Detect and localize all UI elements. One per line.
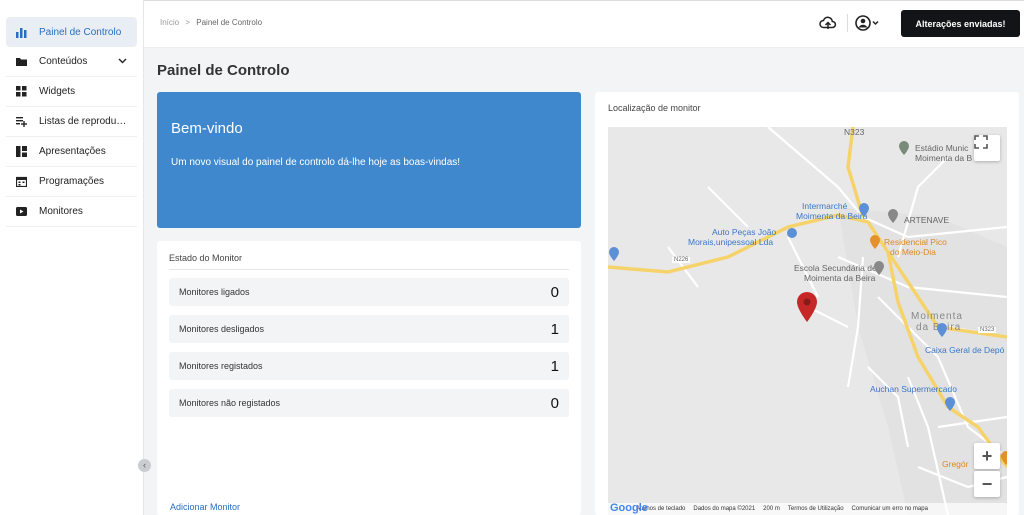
report-error-link[interactable]: Comunicar um erro no mapa bbox=[852, 506, 928, 512]
sidebar-item-label: Monitores bbox=[39, 206, 83, 217]
fullscreen-button[interactable] bbox=[974, 135, 1000, 161]
map-road-label: N226 bbox=[672, 257, 691, 263]
sidebar-item-monitors[interactable]: Monitores bbox=[6, 197, 137, 227]
status-row-label: Monitores desligados bbox=[179, 324, 265, 334]
terms-link[interactable]: Termos de Utilização bbox=[788, 506, 844, 512]
map-scale[interactable]: 200 m bbox=[763, 506, 780, 512]
divider bbox=[847, 14, 848, 32]
playlist-add-icon bbox=[16, 116, 27, 127]
welcome-message: Um novo visual do painel de controlo dá-… bbox=[171, 157, 461, 168]
play-icon bbox=[16, 206, 27, 217]
sidebar-item-label: Painel de Controlo bbox=[39, 26, 122, 38]
school-marker-icon bbox=[874, 261, 884, 275]
map-poi-label: Moimenta da Beira bbox=[804, 273, 876, 283]
fullscreen-icon bbox=[974, 135, 988, 149]
account-circle-icon[interactable] bbox=[854, 14, 880, 32]
google-logo: Google bbox=[610, 502, 648, 514]
bar-chart-icon bbox=[16, 27, 27, 38]
map-poi-label: Escola Secundária de bbox=[794, 263, 877, 273]
hotel-marker-icon bbox=[870, 235, 880, 249]
shop-marker-icon bbox=[609, 247, 619, 261]
sidebar-collapse-button[interactable]: ‹ bbox=[138, 459, 151, 472]
breadcrumb-separator: > bbox=[185, 18, 191, 27]
status-row-value: 1 bbox=[550, 357, 559, 375]
stadium-marker-icon bbox=[899, 141, 909, 155]
calendar-icon bbox=[15, 176, 28, 188]
monitor-location-pin-icon[interactable] bbox=[795, 291, 819, 323]
breadcrumb: Início > Painel de Controlo bbox=[160, 18, 262, 27]
welcome-title: Bem-vindo bbox=[171, 120, 243, 137]
sidebar-item-contents[interactable]: Conteúdos bbox=[6, 47, 137, 77]
widgets-icon bbox=[16, 86, 27, 97]
status-row: Monitores desligados 1 bbox=[169, 315, 569, 343]
status-row: Monitores registados 1 bbox=[169, 352, 569, 380]
map-data-text: Dados do mapa ©2021 bbox=[693, 506, 756, 512]
layout-icon bbox=[16, 146, 27, 157]
zoom-out-button[interactable]: − bbox=[974, 471, 1000, 497]
map-poi-label: Caixa Geral de Depó bbox=[925, 345, 1005, 355]
cloud-upload-icon[interactable] bbox=[819, 14, 837, 32]
map-poi-label: Morais,unipessoal Lda bbox=[688, 237, 774, 247]
status-row-value: 0 bbox=[550, 283, 559, 301]
add-monitor-link[interactable]: Adicionar Monitor bbox=[170, 502, 240, 512]
map-road-label: N323 bbox=[978, 327, 997, 333]
status-row-label: Monitores não registados bbox=[179, 398, 281, 408]
map-poi-label: Estádio Munic bbox=[915, 143, 969, 153]
map-town-label: Moimenta bbox=[911, 311, 963, 322]
place-marker-icon bbox=[1001, 451, 1007, 465]
sidebar-item-playlists[interactable]: Listas de reprodução bbox=[6, 107, 137, 137]
status-row: Monitores não registados 0 bbox=[169, 389, 569, 417]
map-road-label: N323 bbox=[844, 127, 865, 137]
shop-marker-icon bbox=[859, 203, 869, 217]
status-title: Estado do Monitor bbox=[169, 241, 569, 270]
map-poi-label: Moimenta da B bbox=[915, 153, 973, 163]
monitor-status-card: Estado do Monitor Monitores ligados 0 Mo… bbox=[157, 241, 581, 515]
page-title: Painel de Controlo bbox=[157, 62, 290, 79]
topbar: Início > Painel de Controlo Alterações e… bbox=[144, 0, 1024, 48]
sidebar-item-label: Programações bbox=[39, 176, 105, 187]
changes-sent-button[interactable]: Alterações enviadas! bbox=[901, 10, 1020, 37]
breadcrumb-home[interactable]: Início bbox=[160, 18, 179, 27]
map-footer: Atalhos de teclado Dados do mapa ©2021 2… bbox=[608, 503, 1007, 515]
status-row-value: 1 bbox=[550, 320, 559, 338]
bank-marker-icon bbox=[937, 323, 947, 337]
car-shop-marker-icon bbox=[787, 228, 797, 238]
map-view[interactable]: N323 Estádio Munic Moimenta da B Interma… bbox=[608, 127, 1007, 515]
chevron-down-icon[interactable] bbox=[118, 56, 127, 67]
sidebar-item-label: Widgets bbox=[39, 86, 76, 97]
map-poi-label: Auchan Supermercado bbox=[870, 384, 957, 394]
sidebar-item-schedules[interactable]: Programações bbox=[6, 167, 137, 197]
sidebar-item-label: Listas de reprodução bbox=[39, 116, 127, 127]
map-poi-label: Intermarché bbox=[802, 201, 848, 211]
status-row-value: 0 bbox=[550, 394, 559, 412]
sidebar-item-presentations[interactable]: Apresentações bbox=[6, 137, 137, 167]
sidebar: Painel de Controlo Conteúdos Widgets Lis… bbox=[0, 0, 144, 515]
map-poi-label: Residencial Pico bbox=[884, 237, 947, 247]
folder-icon bbox=[16, 56, 27, 67]
supermarket-marker-icon bbox=[945, 397, 955, 411]
monitor-location-card: Localização de monitor N323 Estádio Muni… bbox=[595, 92, 1019, 515]
sidebar-item-widgets[interactable]: Widgets bbox=[6, 77, 137, 107]
sidebar-item-label: Apresentações bbox=[39, 146, 106, 157]
status-row-label: Monitores ligados bbox=[179, 287, 250, 297]
map-poi-label: do Meio-Dia bbox=[890, 247, 936, 257]
map-title: Localização de monitor bbox=[608, 103, 701, 113]
place-marker-icon bbox=[888, 209, 898, 223]
map-poi-label: Moimenta da Beira bbox=[796, 211, 868, 221]
breadcrumb-current: Painel de Controlo bbox=[196, 18, 263, 27]
sidebar-item-label: Conteúdos bbox=[39, 56, 88, 67]
zoom-in-button[interactable]: + bbox=[974, 443, 1000, 469]
status-row-label: Monitores registados bbox=[179, 361, 263, 371]
sidebar-item-dashboard[interactable]: Painel de Controlo bbox=[6, 17, 137, 47]
welcome-card: Bem-vindo Um novo visual do painel de co… bbox=[157, 92, 581, 228]
map-poi-label: Gregór bbox=[942, 459, 969, 469]
map-poi-label: ARTENAVE bbox=[904, 215, 950, 225]
status-row: Monitores ligados 0 bbox=[169, 278, 569, 306]
map-poi-label: Auto Peças João bbox=[712, 227, 777, 237]
